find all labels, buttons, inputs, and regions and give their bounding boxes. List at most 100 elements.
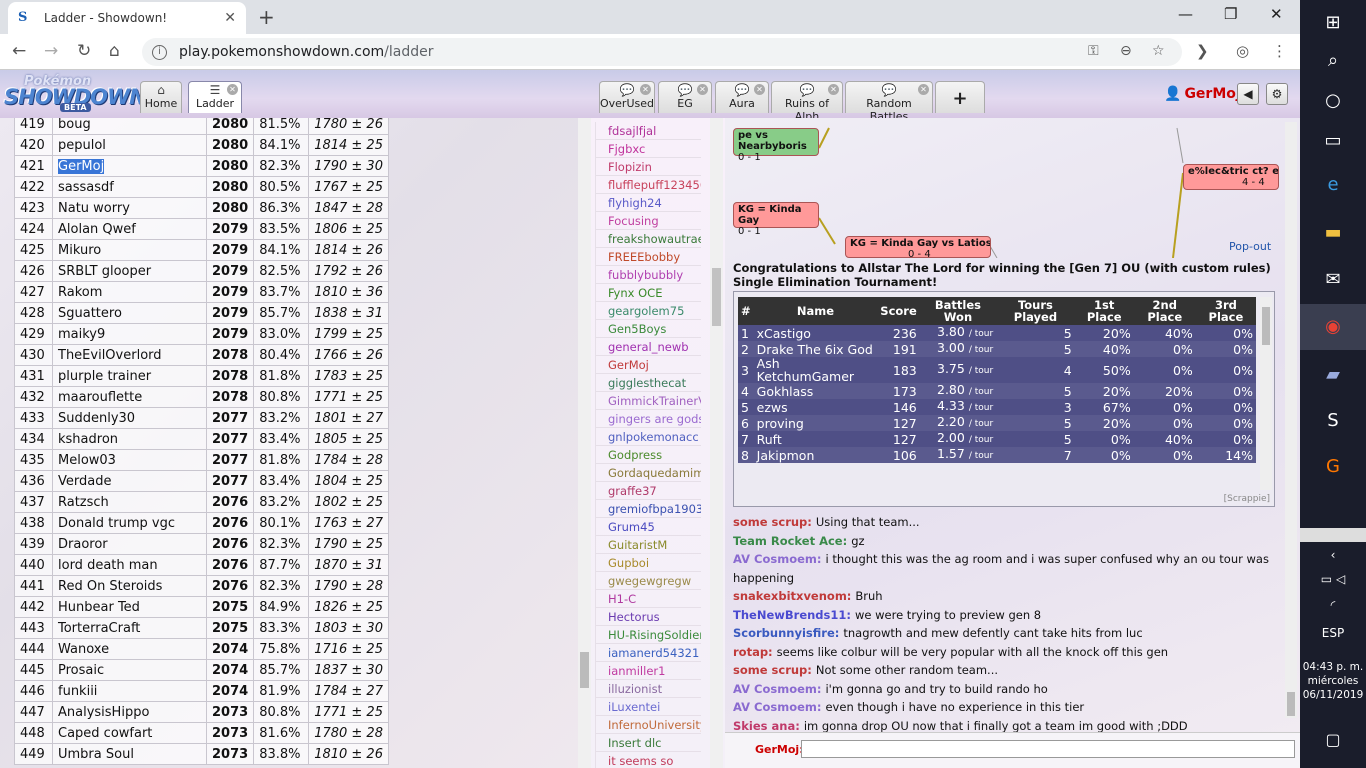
steam-app-button[interactable]: S — [1300, 398, 1366, 444]
chat-username[interactable]: Team Rocket Ace: — [733, 534, 847, 548]
clock[interactable]: 04:43 p. m. miércoles 06/11/2019 — [1300, 660, 1366, 702]
userlist-item[interactable]: flufflepuff123456 — [595, 176, 701, 194]
file-explorer-button[interactable]: ▬ — [1300, 210, 1366, 256]
userlist-item[interactable]: GerMoj — [595, 356, 701, 374]
userlist-item[interactable]: it seems so — [595, 752, 701, 768]
popout-link[interactable]: Pop-out — [1229, 240, 1271, 253]
tab-ladder[interactable]: ☰ Ladder ✕ — [188, 81, 242, 113]
chat-username[interactable]: AV Cosmoem: — [733, 700, 821, 714]
ladder-cell[interactable]: GerMoj — [52, 155, 207, 177]
ladder-cell[interactable]: SRBLT glooper — [52, 260, 207, 282]
userlist-item[interactable]: gingers are gods — [595, 410, 701, 428]
options-button[interactable]: ⚙ — [1266, 83, 1288, 105]
ladder-cell[interactable]: Umbra Soul — [52, 743, 207, 765]
chat-username[interactable]: snakexbitxvenom: — [733, 589, 851, 603]
userlist-item[interactable]: gremiofbpa1903 — [595, 500, 701, 518]
userlist-item[interactable]: InfernoUniversity — [595, 716, 701, 734]
ladder-cell[interactable]: boug — [52, 118, 207, 135]
ladder-cell[interactable]: Donald trump vgc — [52, 512, 207, 534]
browser-tab[interactable]: S Ladder - Showdown! ✕ — [8, 2, 246, 34]
user-name-button[interactable]: 👤 GerMoj — [1164, 86, 1241, 102]
bracket-node[interactable]: KG = Kinda Gay 0 - 1 — [733, 202, 819, 237]
ladder-cell[interactable]: plurple trainer — [52, 365, 207, 387]
close-tab-icon[interactable]: ✕ — [697, 84, 708, 95]
userlist-item[interactable]: gigglesthecat — [595, 374, 701, 392]
ladder-cell[interactable]: AnalysisHippo — [52, 701, 207, 723]
chat-username[interactable]: rotap: — [733, 645, 773, 659]
userlist-item[interactable]: iLuxentei — [595, 698, 701, 716]
bracket-node[interactable]: e%lec&tric ct? e 4 - 4 — [1183, 164, 1279, 190]
minimize-button[interactable]: — — [1178, 5, 1193, 23]
extension-icon[interactable]: ❯ — [1196, 42, 1209, 60]
close-tab-icon[interactable]: ✕ — [227, 84, 238, 95]
userlist-item[interactable]: GuitaristM — [595, 536, 701, 554]
ladder-cell[interactable]: Sguattero — [52, 302, 207, 324]
close-tab-icon[interactable]: ✕ — [918, 84, 929, 95]
userlist-item[interactable]: fdsajlfjal — [595, 122, 701, 140]
ladder-cell[interactable]: Caped cowfart — [52, 722, 207, 744]
userlist-item[interactable]: Focusing — [595, 212, 701, 230]
show-hidden-icons[interactable]: ‹ — [1300, 548, 1366, 562]
userlist-scrollbar[interactable] — [710, 118, 723, 768]
userlist-item[interactable]: graffe37 — [595, 482, 701, 500]
userlist-item[interactable]: H1-C — [595, 590, 701, 608]
add-room-button[interactable]: + — [935, 81, 985, 113]
chat-input[interactable] — [801, 740, 1295, 758]
userlist-item[interactable]: general_newb — [595, 338, 701, 356]
showdown-logo[interactable]: Pokémon SHOWDOWN BETA — [4, 73, 147, 113]
zoom-icon[interactable]: ⊖ — [1120, 43, 1132, 59]
userlist-item[interactable]: ianmiller1 — [595, 662, 701, 680]
ladder-cell[interactable]: Hunbear Ted — [52, 596, 207, 618]
ladder-cell[interactable]: sassasdf — [52, 176, 207, 198]
ladder-cell[interactable]: Draoror — [52, 533, 207, 555]
userlist-item[interactable]: FREEEbobby — [595, 248, 701, 266]
menu-dots-icon[interactable]: ⋮ — [1272, 42, 1287, 60]
ladder-cell[interactable]: Melow03 — [52, 449, 207, 471]
close-tab-icon[interactable]: ✕ — [754, 84, 765, 95]
userlist-item[interactable]: iamanerd54321 — [595, 644, 701, 662]
tab-room-aura[interactable]: 💬 Aura ✕ — [715, 81, 769, 113]
userlist-item[interactable]: Fjgbxc — [595, 140, 701, 158]
chrome-app-button[interactable]: ◉ — [1300, 304, 1366, 350]
mail-button[interactable]: ✉ — [1300, 257, 1366, 303]
ladder-scrollbar[interactable] — [578, 118, 591, 768]
userlist-item[interactable]: Gupboi — [595, 554, 701, 572]
ladder-cell[interactable]: Prosaic — [52, 659, 207, 681]
ladder-cell[interactable]: Red On Steroids — [52, 575, 207, 597]
userlist-item[interactable]: Gordaquedamimito — [595, 464, 701, 482]
chat-username[interactable]: TheNewBrends11: — [733, 608, 851, 622]
ladder-cell[interactable]: Wanoxe — [52, 638, 207, 660]
chat-username[interactable]: some scrup: — [733, 663, 812, 677]
extension-avatar-icon[interactable]: ◎ — [1236, 42, 1249, 60]
key-icon[interactable]: ⚿ — [1088, 43, 1099, 59]
userlist-item[interactable]: Gen5Boys — [595, 320, 701, 338]
userlist-item[interactable]: Flopizin — [595, 158, 701, 176]
userlist-item[interactable]: GimmickTrainerVay — [595, 392, 701, 410]
ladder-cell[interactable]: Ratzsch — [52, 491, 207, 513]
close-window-button[interactable]: ✕ — [1270, 5, 1283, 23]
userlist-item[interactable]: flyhigh24 — [595, 194, 701, 212]
userlist-item[interactable]: illuzionist — [595, 680, 701, 698]
ladder-cell[interactable]: Natu worry — [52, 197, 207, 219]
ladder-cell[interactable]: Verdade — [52, 470, 207, 492]
app-button[interactable]: ▰ — [1300, 352, 1366, 398]
restore-button[interactable]: ❐ — [1224, 5, 1237, 23]
forward-button[interactable]: → — [44, 41, 58, 61]
scrollbar-thumb[interactable] — [1287, 692, 1295, 716]
userlist-item[interactable]: Hectorus — [595, 608, 701, 626]
tab-room-random-battles[interactable]: 💬 Random Battles ✕ — [845, 81, 933, 123]
close-tab-icon[interactable]: ✕ — [640, 84, 651, 95]
site-info-icon[interactable]: i — [152, 44, 167, 60]
ladder-cell[interactable]: kshadron — [52, 428, 207, 450]
userlist-item[interactable]: Grum45 — [595, 518, 701, 536]
ladder-cell[interactable]: TorterraCraft — [52, 617, 207, 639]
ladder-cell[interactable]: Suddenly30 — [52, 407, 207, 429]
ladder-cell[interactable]: Rakom — [52, 281, 207, 303]
userlist-item[interactable]: gnlpokemonacc — [595, 428, 701, 446]
battery-icon[interactable]: ▭ ◁ — [1300, 572, 1366, 586]
tab-room-overused[interactable]: 💬 OverUsed ✕ — [599, 81, 655, 113]
pdf-app-button[interactable]: G — [1300, 444, 1366, 490]
chat-username[interactable]: Scorbunnyisfire: — [733, 626, 839, 640]
reload-button[interactable]: ↻ — [77, 41, 91, 61]
userlist-item[interactable]: Fynx OCE — [595, 284, 701, 302]
